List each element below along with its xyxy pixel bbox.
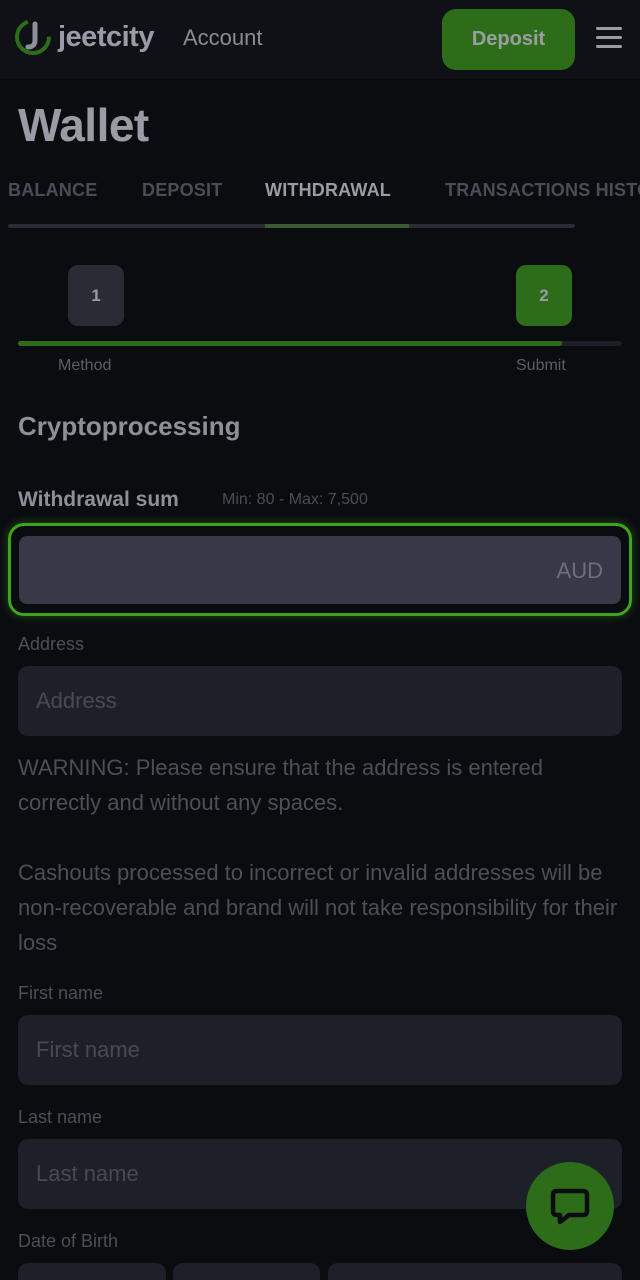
tab-withdrawal[interactable]: WITHDRAWAL [265, 180, 391, 201]
dob-month-select[interactable] [173, 1263, 320, 1280]
cashout-warning: Cashouts processed to incorrect or inval… [18, 860, 618, 955]
dob-label: Date of Birth [18, 1231, 119, 1251]
last-name-label: Last name [18, 1107, 103, 1127]
currency-label: AUD [556, 558, 603, 583]
dob-year-select[interactable] [328, 1263, 622, 1280]
dob-day-select[interactable] [18, 1263, 166, 1280]
step-1-label: Method [58, 357, 112, 374]
withdrawal-sum-focus-ring: AUD [8, 523, 632, 616]
first-name-field [18, 1015, 622, 1085]
live-chat-button[interactable] [526, 1162, 614, 1250]
address-field [18, 666, 622, 736]
chat-bubble-icon [550, 1188, 590, 1225]
withdrawal-sum-label: Withdrawal sum [18, 488, 179, 511]
logo-text: jeetcity [58, 20, 154, 53]
wallet-tabs: BALANCE DEPOSIT WITHDRAWAL TRANSACTIONS … [0, 170, 640, 230]
step-progress-bar [18, 341, 622, 346]
top-header: jeetcity Account Deposit [0, 0, 640, 78]
first-name-label: First name [18, 983, 104, 1003]
jeetcity-logo-icon [15, 19, 51, 55]
account-link[interactable]: Account [183, 25, 263, 51]
step-2-badge[interactable]: 2 [516, 265, 572, 326]
tab-deposit[interactable]: DEPOSIT [142, 180, 222, 201]
address-warning: WARNING: Please ensure that the address … [18, 755, 543, 815]
payment-method-title: Cryptoprocessing [18, 411, 241, 441]
page-title: Wallet [18, 99, 149, 151]
withdrawal-sum-input[interactable] [19, 536, 621, 604]
tab-balance[interactable]: BALANCE [8, 180, 97, 201]
first-name-input[interactable] [18, 1015, 622, 1085]
step-progress-fill [18, 341, 562, 346]
step-2-label: Submit [516, 357, 566, 374]
active-tab-indicator [265, 224, 409, 228]
hamburger-menu-icon[interactable] [596, 27, 622, 51]
deposit-button[interactable]: Deposit [442, 9, 575, 70]
site-logo[interactable]: jeetcity [14, 18, 154, 56]
withdrawal-limits: Min: 80 - Max: 7,500 [222, 491, 368, 508]
withdrawal-sum-field: AUD [19, 536, 621, 604]
address-input[interactable] [18, 666, 622, 736]
step-1-badge[interactable]: 1 [68, 265, 124, 326]
tab-transactions-history[interactable]: TRANSACTIONS HISTORY [445, 180, 640, 201]
address-label: Address [18, 634, 85, 654]
